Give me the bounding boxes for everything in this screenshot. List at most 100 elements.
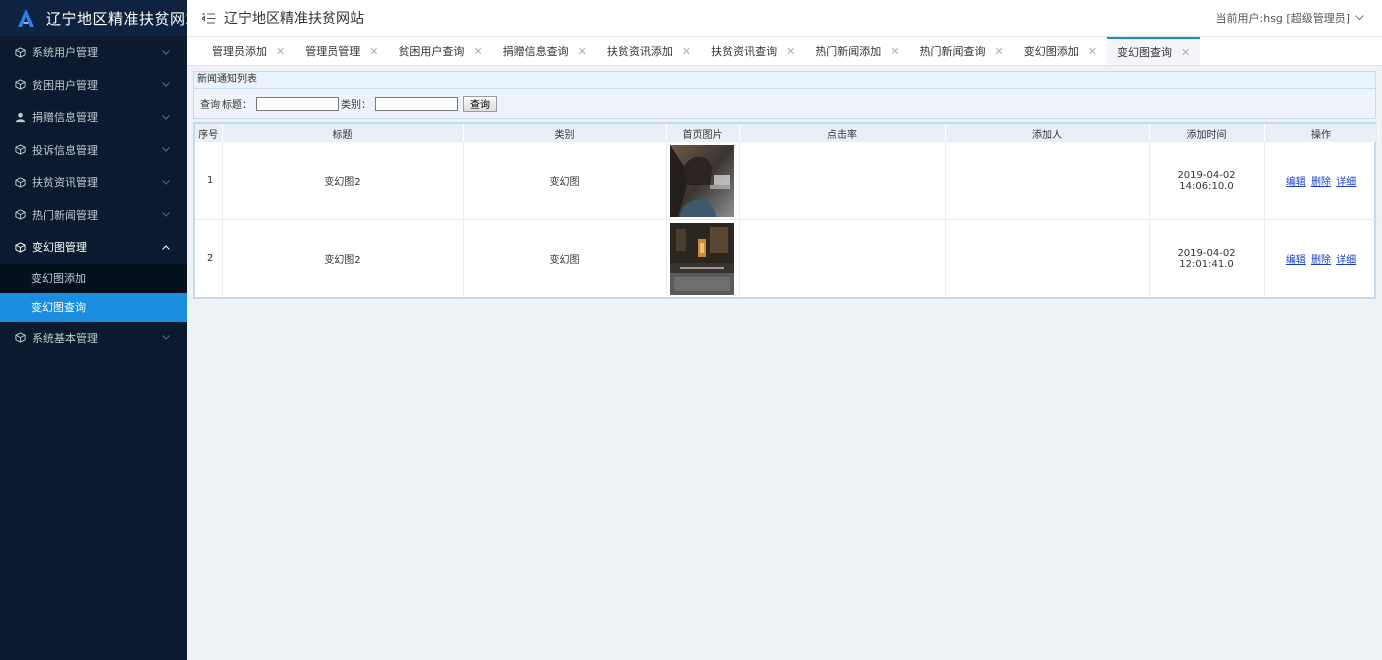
close-icon[interactable]: ✕: [473, 45, 482, 58]
cell-title: 变幻图2: [222, 219, 464, 297]
sidebar-item-poor-users[interactable]: 贫困用户管理: [0, 69, 187, 102]
cell-time: 2019-04-02 12:01:41.0: [1149, 219, 1265, 297]
tab-label: 变幻图添加: [1023, 45, 1079, 58]
close-icon[interactable]: ✕: [276, 45, 285, 58]
close-icon[interactable]: ✕: [995, 45, 1004, 58]
sidebar-item-system-users[interactable]: 系统用户管理: [0, 36, 187, 69]
title-search-input[interactable]: [256, 96, 339, 111]
sidebar-item-system-basic[interactable]: 系统基本管理: [0, 322, 187, 355]
sidebar-menu: 系统用户管理 贫困用户管理 捐赠信息管理 投诉信息管理 扶贫资讯管理 热门新闻管…: [0, 36, 187, 354]
tab-hot-news-query[interactable]: 热门新闻查询 ✕: [910, 37, 1014, 65]
tab-admin-manage[interactable]: 管理员管理 ✕: [295, 37, 388, 65]
cube-icon: [14, 176, 26, 188]
tab-admin-add[interactable]: 管理员添加 ✕: [202, 37, 295, 65]
sidebar-item-carousel[interactable]: 变幻图管理: [0, 231, 187, 264]
logo-text: 辽宁地区精准扶贫网站: [46, 9, 202, 28]
close-icon[interactable]: ✕: [786, 45, 795, 58]
sidebar-item-label: 扶贫资讯管理: [32, 176, 98, 190]
close-icon[interactable]: ✕: [1088, 45, 1097, 58]
close-icon[interactable]: ✕: [369, 45, 378, 58]
sidebar-item-hot-news[interactable]: 热门新闻管理: [0, 199, 187, 232]
sidebar-item-label: 变幻图管理: [32, 241, 87, 255]
close-icon[interactable]: ✕: [578, 45, 587, 58]
tab-news-query[interactable]: 扶贫资讯查询 ✕: [701, 37, 805, 65]
column-header: 添加时间: [1149, 124, 1265, 142]
results-table: 序号 标题 类别 首页图片 点击率 添加人 添加时间 操作 1 变幻图2 变幻图: [195, 124, 1379, 297]
cell-time: 2019-04-02 14:06:10.0: [1149, 142, 1265, 220]
chevron-down-icon: [161, 210, 171, 220]
detail-link[interactable]: 详细: [1336, 255, 1356, 266]
edit-link[interactable]: 编辑: [1286, 177, 1306, 188]
results-grid: 序号 标题 类别 首页图片 点击率 添加人 添加时间 操作 1 变幻图2 变幻图: [193, 122, 1379, 299]
column-header: 添加人: [945, 124, 1150, 142]
tab-bar: 管理员添加 ✕ 管理员管理 ✕ 贫困用户查询 ✕ 捐赠信息查询 ✕ 扶贫资讯添加 ✕ 扶贫…: [187, 37, 1382, 66]
query-button[interactable]: 查询: [463, 95, 497, 112]
tab-label: 热门新闻查询: [919, 45, 986, 58]
tab-label: 管理员管理: [305, 45, 361, 58]
query-bar: 查询 标题： 类别： 查询: [193, 89, 1376, 119]
sidebar-item-label: 系统基本管理: [32, 331, 98, 345]
close-icon[interactable]: ✕: [682, 45, 691, 58]
sidebar: 辽宁地区精准扶贫网站 系统用户管理 贫困用户管理 捐赠信息管理 投诉信息管理 扶…: [0, 0, 201, 660]
tab-poor-user-query[interactable]: 贫困用户查询 ✕: [388, 37, 492, 65]
logo[interactable]: 辽宁地区精准扶贫网站: [0, 0, 201, 36]
tab-donation-query[interactable]: 捐赠信息查询 ✕: [493, 37, 597, 65]
tab-news-add[interactable]: 扶贫资讯添加 ✕: [597, 37, 701, 65]
sidebar-item-complaints[interactable]: 投诉信息管理: [0, 134, 187, 167]
sidebar-item-poverty-news[interactable]: 扶贫资讯管理: [0, 166, 187, 199]
page-title: 辽宁地区精准扶贫网站: [224, 11, 364, 27]
logo-icon: [18, 9, 34, 27]
cell-image: [666, 142, 740, 220]
tab-label: 热门新闻添加: [815, 45, 882, 58]
delete-link[interactable]: 删除: [1311, 255, 1331, 266]
tab-label: 管理员添加: [212, 45, 267, 58]
category-search-input[interactable]: [375, 96, 458, 111]
tab-label: 捐赠信息查询: [502, 45, 569, 58]
chevron-up-icon: [161, 242, 171, 252]
menu-toggle-icon[interactable]: [202, 12, 216, 24]
sidebar-item-label: 投诉信息管理: [32, 143, 98, 157]
cell-title: 变幻图2: [222, 142, 464, 220]
cell-clicks: [739, 219, 946, 297]
sidebar-subitem-carousel-add[interactable]: 变幻图添加: [0, 264, 187, 293]
chevron-down-icon: [161, 47, 171, 57]
cube-icon: [14, 209, 26, 221]
top-header: 辽宁地区精准扶贫网站 当前用户:hsg [超级管理员]: [187, 0, 1382, 37]
user-menu[interactable]: 当前用户:hsg [超级管理员]: [1216, 10, 1364, 26]
current-user-label: 当前用户:hsg [超级管理员]: [1215, 12, 1350, 25]
cell-adder: [945, 142, 1150, 220]
tab-hot-news-add[interactable]: 热门新闻添加 ✕: [805, 37, 909, 65]
query-label: 查询: [200, 100, 220, 111]
sidebar-item-label: 热门新闻管理: [32, 208, 98, 222]
delete-link[interactable]: 删除: [1311, 177, 1331, 188]
column-header: 点击率: [739, 124, 946, 142]
thumbnail-image[interactable]: [669, 222, 734, 295]
cube-icon: [14, 79, 26, 91]
cell-ops: 编辑 删除 详细: [1264, 142, 1379, 220]
tab-label: 扶贫资讯添加: [606, 45, 673, 58]
chevron-down-icon: [161, 145, 171, 155]
tab-label: 贫困用户查询: [398, 45, 465, 58]
close-icon[interactable]: ✕: [1181, 46, 1190, 59]
sidebar-item-label: 系统用户管理: [32, 46, 98, 60]
cube-icon: [14, 332, 26, 344]
tab-carousel-query[interactable]: 变幻图查询 ✕: [1106, 37, 1201, 65]
close-icon[interactable]: ✕: [890, 45, 899, 58]
sidebar-subitem-carousel-query[interactable]: 变幻图查询: [0, 292, 187, 322]
cell-category: 变幻图: [463, 219, 667, 297]
tab-carousel-add[interactable]: 变幻图添加 ✕: [1014, 37, 1107, 65]
carousel-submenu: 变幻图添加 变幻图查询: [0, 263, 187, 322]
sidebar-item-donations[interactable]: 捐赠信息管理: [0, 101, 187, 134]
cube-icon: [14, 144, 26, 156]
edit-link[interactable]: 编辑: [1286, 255, 1306, 266]
tab-label: 变幻图查询: [1116, 46, 1172, 59]
cube-icon: [14, 241, 26, 253]
detail-link[interactable]: 详细: [1336, 177, 1356, 188]
main-content: 新闻通知列表 查询 标题： 类别： 查询 序号 标题 类别 首页图片 点击率 添…: [193, 71, 1379, 299]
cell-adder: [945, 219, 1150, 297]
thumbnail-image[interactable]: [669, 144, 734, 217]
chevron-down-icon: [161, 177, 171, 187]
column-header: 标题: [222, 124, 464, 142]
chevron-down-icon: [161, 112, 171, 122]
cell-image: [666, 219, 740, 297]
